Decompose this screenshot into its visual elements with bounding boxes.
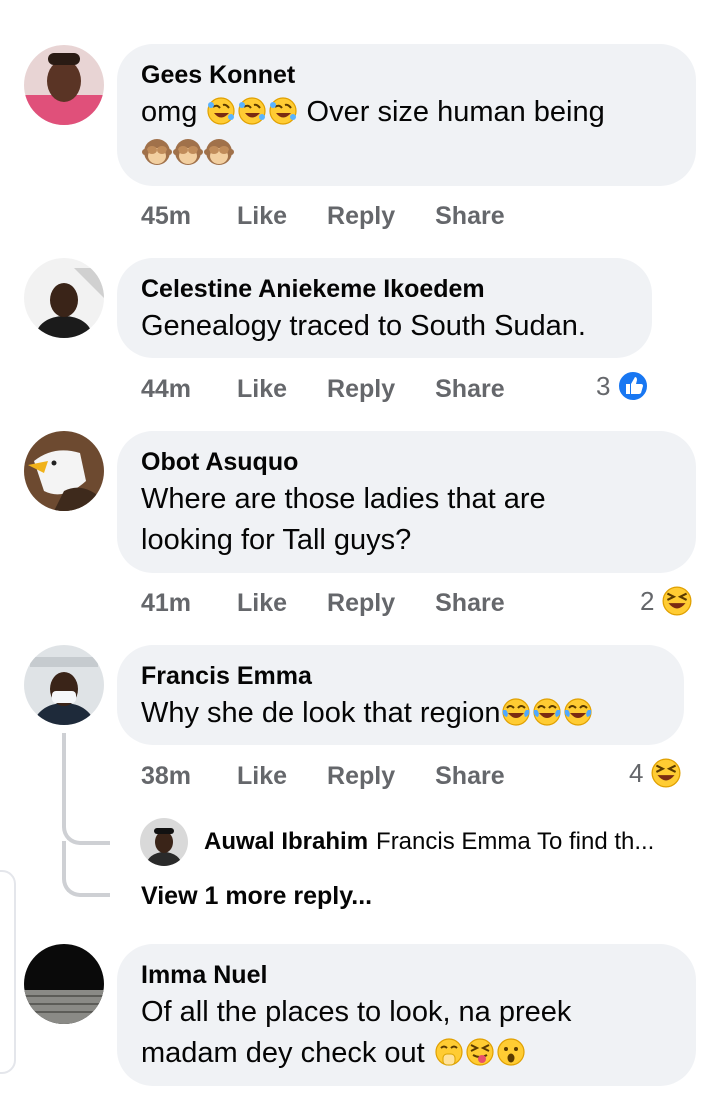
- avatar[interactable]: [24, 944, 104, 1024]
- comment-text-line: looking for Tall guys?: [141, 524, 412, 556]
- comment-text-part: omg: [141, 96, 198, 128]
- share-button[interactable]: Share: [435, 762, 504, 791]
- reply-button[interactable]: Reply: [327, 762, 395, 791]
- comment-actions: 45m Like Reply Share: [141, 199, 545, 233]
- reply-text: Francis Emma To find th...: [376, 828, 655, 855]
- rolling-laughing-emoji-icon: [238, 97, 267, 125]
- share-button[interactable]: Share: [435, 375, 504, 404]
- comment-bubble: Gees Konnet omg Over size human being: [117, 44, 696, 186]
- reply-button[interactable]: Reply: [327, 375, 395, 404]
- timestamp[interactable]: 44m: [141, 375, 237, 404]
- reaction-count: 2: [640, 585, 655, 616]
- timestamp[interactable]: 41m: [141, 589, 237, 618]
- comment-author[interactable]: Imma Nuel: [141, 960, 670, 990]
- avatar[interactable]: [24, 258, 104, 338]
- comment-actions: 44m Like Reply Share: [141, 372, 545, 406]
- thread-line: [62, 733, 66, 803]
- comment-bubble: Francis Emma Why she de look that region: [117, 645, 684, 745]
- comment-author[interactable]: Gees Konnet: [141, 60, 670, 90]
- hand-over-mouth-emoji-icon: [434, 1038, 463, 1066]
- avatar[interactable]: [24, 645, 104, 725]
- comment-text-part: Why she de look that region: [141, 697, 501, 729]
- like-button[interactable]: Like: [237, 202, 287, 231]
- comment-text: Why she de look that region: [141, 693, 658, 734]
- comment-text-line: Where are those ladies that are: [141, 483, 546, 515]
- timestamp[interactable]: 38m: [141, 762, 237, 791]
- squinting-tongue-emoji-icon: [465, 1038, 494, 1066]
- comment-author[interactable]: Francis Emma: [141, 661, 658, 691]
- share-button[interactable]: Share: [435, 589, 504, 618]
- comment-text-line: madam dey check out: [141, 1037, 425, 1069]
- like-button[interactable]: Like: [237, 589, 287, 618]
- timestamp[interactable]: 45m: [141, 202, 237, 231]
- comment-text-line: Of all the places to look, na preek: [141, 996, 572, 1028]
- comment-text: Of all the places to look, na preek mada…: [141, 992, 670, 1074]
- reaction-summary[interactable]: 2: [640, 585, 693, 617]
- reply-button[interactable]: Reply: [327, 589, 395, 618]
- comment-text: Genealogy traced to South Sudan.: [141, 310, 586, 342]
- like-thumb-icon: [617, 370, 650, 402]
- haha-icon: [662, 586, 693, 616]
- tears-of-joy-emoji-icon: [533, 698, 562, 726]
- tears-of-joy-emoji-icon: [502, 698, 531, 726]
- like-button[interactable]: Like: [237, 375, 287, 404]
- comment-bubble: Obot Asuquo Where are those ladies that …: [117, 431, 696, 573]
- rolling-laughing-emoji-icon: [207, 97, 236, 125]
- comment-text-part: Over size human being: [306, 96, 605, 128]
- see-no-evil-monkey-icon: [204, 139, 234, 165]
- view-more-replies-link[interactable]: View 1 more reply...: [141, 882, 372, 911]
- thread-connector: [62, 841, 110, 897]
- haha-icon: [651, 758, 682, 788]
- reply-button[interactable]: Reply: [327, 202, 395, 231]
- comment-text: omg Over size human being: [141, 92, 670, 174]
- reaction-summary[interactable]: 3: [596, 370, 650, 402]
- reply-author[interactable]: Auwal Ibrahim: [204, 828, 368, 856]
- reaction-summary[interactable]: 4: [629, 757, 682, 789]
- avatar[interactable]: [24, 431, 104, 511]
- tears-of-joy-emoji-icon: [564, 698, 593, 726]
- rolling-laughing-emoji-icon: [269, 97, 298, 125]
- comment-bubble: Imma Nuel Of all the places to look, na …: [117, 944, 696, 1086]
- thread-connector: [62, 803, 110, 845]
- comment-author[interactable]: Obot Asuquo: [141, 447, 670, 477]
- share-button[interactable]: Share: [435, 202, 504, 231]
- comment-bubble: Celestine Aniekeme Ikoedem Genealogy tra…: [117, 258, 652, 358]
- see-no-evil-monkey-icon: [173, 139, 203, 165]
- avatar[interactable]: [140, 818, 188, 866]
- like-button[interactable]: Like: [237, 762, 287, 791]
- open-mouth-emoji-icon: [497, 1038, 525, 1066]
- comment-text: Where are those ladies that are looking …: [141, 479, 670, 561]
- comment-author[interactable]: Celestine Aniekeme Ikoedem: [141, 274, 626, 304]
- avatar[interactable]: [24, 45, 104, 125]
- comment-actions: 41m Like Reply Share: [141, 586, 545, 620]
- reaction-count: 3: [596, 370, 611, 401]
- reply-preview[interactable]: Auwal Ibrahim Francis Emma To find th...: [140, 818, 654, 866]
- reaction-count: 4: [629, 757, 644, 788]
- see-no-evil-monkey-icon: [142, 139, 172, 165]
- comment-actions: 38m Like Reply Share: [141, 759, 545, 793]
- left-edge-panel: [0, 870, 16, 1074]
